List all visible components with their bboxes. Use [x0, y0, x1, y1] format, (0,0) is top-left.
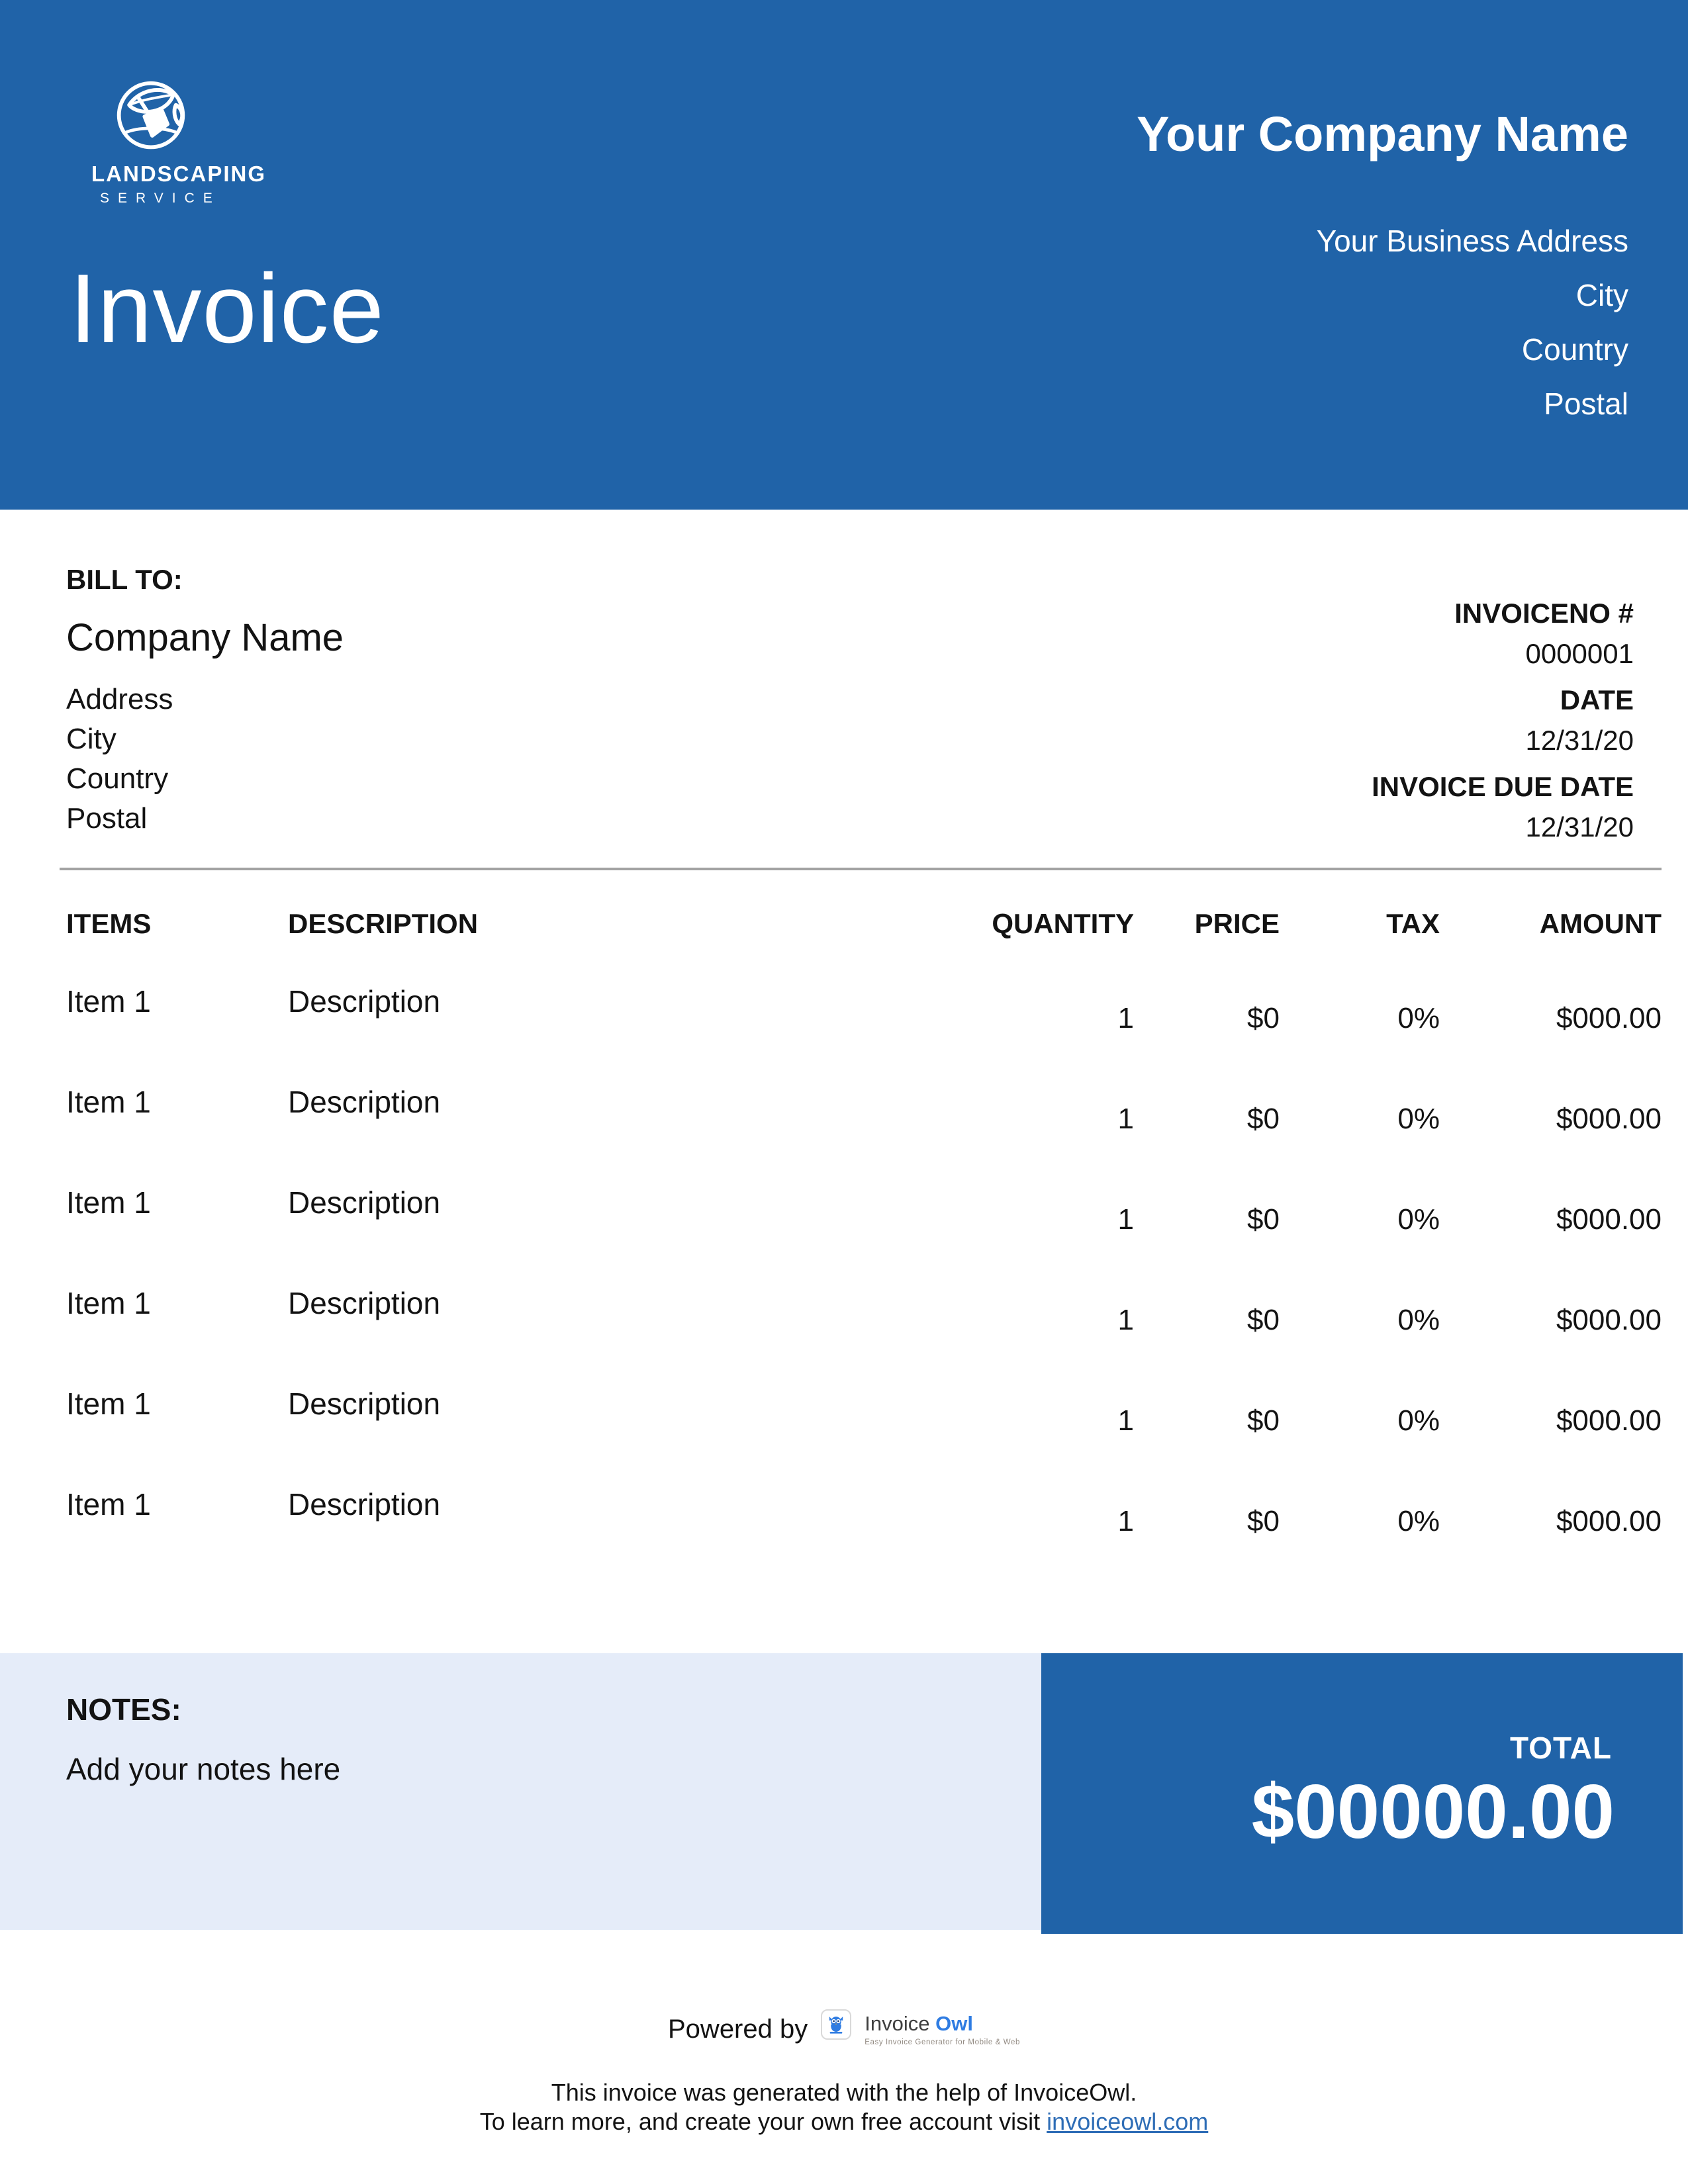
cell-amount: $000.00 [1556, 1304, 1662, 1336]
invoice-number-value: 0000001 [1525, 638, 1634, 669]
cell-item: Item 1 [66, 984, 151, 1019]
footer-line1: This invoice was generated with the help… [551, 2079, 1137, 2106]
invoice-date-label: DATE [1560, 684, 1634, 715]
page-title: Invoice [70, 254, 385, 363]
section-divider [60, 868, 1662, 870]
total-amount: $00000.00 [1251, 1768, 1615, 1854]
cell-amount: $000.00 [1556, 1404, 1662, 1437]
cell-item: Item 1 [66, 1185, 151, 1220]
cell-description: Description [288, 1387, 441, 1421]
column-header-amount: AMOUNT [1539, 908, 1662, 939]
cell-item: Item 1 [66, 1387, 151, 1421]
cell-tax: 0% [1397, 1304, 1440, 1336]
business-postal-line: Postal [1544, 387, 1628, 421]
notes-text: Add your notes here [66, 1752, 341, 1786]
column-header-description: DESCRIPTION [288, 908, 479, 939]
footer-line2-text: To learn more, and create your own free … [479, 2108, 1047, 2135]
invoice-number-label: INVOICENO # [1454, 598, 1634, 629]
table-row: Item 1 Description 1 $0 0% $000.00 [0, 1386, 1688, 1486]
cell-tax: 0% [1397, 1103, 1440, 1135]
company-name: Your Company Name [1137, 107, 1628, 161]
wordmark-invoice: Invoice [865, 2012, 930, 2035]
bill-to-postal: Postal [66, 802, 148, 835]
cell-description: Description [288, 1286, 441, 1320]
footer-note: This invoice was generated with the help… [0, 2078, 1688, 2136]
cell-tax: 0% [1397, 1404, 1440, 1437]
cell-description: Description [288, 1085, 441, 1119]
invoiceowl-owl-icon [821, 2009, 852, 2040]
bill-to-address: Address [66, 683, 173, 715]
bill-to-section: BILL TO: Company Name Address City Count… [66, 564, 344, 839]
cell-description: Description [288, 984, 441, 1019]
bill-to-label: BILL TO: [66, 564, 183, 595]
bill-to-city: City [66, 723, 117, 755]
business-address-line: Your Business Address [1316, 224, 1628, 258]
column-header-items: ITEMS [66, 908, 152, 939]
cell-amount: $000.00 [1556, 1002, 1662, 1034]
invoice-page: LANDSCAPING SERVICE Invoice Your Company… [0, 0, 1688, 2184]
logo-subtitle: SERVICE [100, 191, 221, 206]
powered-by-row: Powered by Invoice Owl Easy Invoice Gene… [0, 2005, 1688, 2046]
notes-label: NOTES: [66, 1692, 181, 1727]
company-logo: LANDSCAPING SERVICE [91, 78, 267, 206]
invoiceowl-wordmark: Invoice Owl Easy Invoice Generator for M… [865, 2005, 1020, 2046]
cell-tax: 0% [1397, 1002, 1440, 1034]
table-row: Item 1 Description 1 $0 0% $000.00 [0, 1285, 1688, 1386]
invoiceowl-link[interactable]: invoiceowl.com [1047, 2108, 1208, 2135]
cell-item: Item 1 [66, 1085, 151, 1119]
cell-description: Description [288, 1487, 441, 1522]
table-row: Item 1 Description 1 $0 0% $000.00 [0, 983, 1688, 1084]
invoice-info-section: INVOICENO # 0000001 DATE 12/31/20 INVOIC… [1372, 598, 1634, 843]
cell-item: Item 1 [66, 1487, 151, 1522]
cell-amount: $000.00 [1556, 1103, 1662, 1135]
cell-description: Description [288, 1185, 441, 1220]
bill-to-country: Country [66, 762, 169, 795]
column-header-tax: TAX [1386, 908, 1440, 939]
cell-tax: 0% [1397, 1505, 1440, 1537]
table-row: Item 1 Description 1 $0 0% $000.00 [0, 1185, 1688, 1285]
cell-amount: $000.00 [1556, 1203, 1662, 1236]
bill-to-company: Company Name [66, 616, 344, 659]
wordmark-tagline: Easy Invoice Generator for Mobile & Web [865, 2038, 1020, 2046]
total-label: TOTAL [1509, 1731, 1612, 1765]
cell-item: Item 1 [66, 1286, 151, 1320]
table-row: Item 1 Description 1 $0 0% $000.00 [0, 1486, 1688, 1587]
items-table-header: ITEMS DESCRIPTION QUANTITY PRICE TAX AMO… [0, 908, 1688, 941]
logo-name: LANDSCAPING [91, 161, 267, 186]
cell-amount: $000.00 [1556, 1505, 1662, 1537]
invoice-due-date-label: INVOICE DUE DATE [1372, 771, 1634, 802]
business-country-line: Country [1521, 332, 1628, 367]
header-banner: LANDSCAPING SERVICE Invoice Your Company… [0, 0, 1688, 510]
powered-by-label: Powered by [668, 2015, 808, 2044]
invoice-date-value: 12/31/20 [1525, 725, 1634, 756]
landscaping-logo-icon [91, 78, 211, 155]
business-city-line: City [1575, 278, 1628, 312]
cell-tax: 0% [1397, 1203, 1440, 1236]
invoice-due-date-value: 12/31/20 [1525, 811, 1634, 842]
wordmark-owl: Owl [935, 2012, 973, 2035]
table-row: Item 1 Description 1 $0 0% $000.00 [0, 1084, 1688, 1185]
total-section: TOTAL $00000.00 [1041, 1653, 1683, 1934]
